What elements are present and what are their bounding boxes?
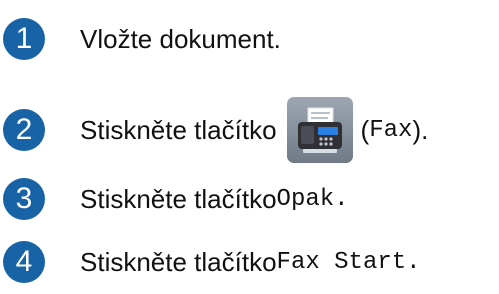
- step-text-1: Vložte dokument.: [80, 24, 281, 55]
- fax-button[interactable]: [286, 97, 353, 163]
- step-number-4: 4: [3, 241, 45, 283]
- step-text-2: Stiskněte tlačítko ( Fax ).: [80, 97, 428, 163]
- step-number-2: 2: [3, 109, 45, 151]
- fax-machine-icon: [297, 107, 342, 153]
- step-2: 2 Stiskněte tlačítko ( Fax ).: [0, 97, 428, 163]
- step-4-end: .: [406, 248, 421, 276]
- fax-paren-close: ).: [412, 114, 429, 145]
- step-text-4: Stiskněte tlačítko Fax Start .: [80, 247, 421, 278]
- step-4: 4 Stiskněte tlačítko Fax Start .: [0, 237, 421, 287]
- fax-paren-open: (: [360, 114, 370, 145]
- step-number-3: 3: [3, 178, 45, 220]
- step-3-end: .: [334, 185, 349, 213]
- fax-start-code: Fax Start: [276, 248, 407, 276]
- step-1-text: Vložte dokument.: [80, 23, 281, 54]
- step-1: 1 Vložte dokument.: [0, 14, 281, 64]
- step-text-3: Stiskněte tlačítko Opak .: [80, 184, 349, 215]
- step-2-text: Stiskněte tlačítko: [80, 114, 277, 145]
- opak-code: Opak: [276, 185, 335, 213]
- step-3-text: Stiskněte tlačítko: [80, 183, 277, 214]
- step-4-text: Stiskněte tlačítko: [80, 246, 277, 277]
- fax-code: Fax: [369, 116, 413, 144]
- step-3: 3 Stiskněte tlačítko Opak .: [0, 174, 349, 224]
- step-number-1: 1: [3, 18, 45, 60]
